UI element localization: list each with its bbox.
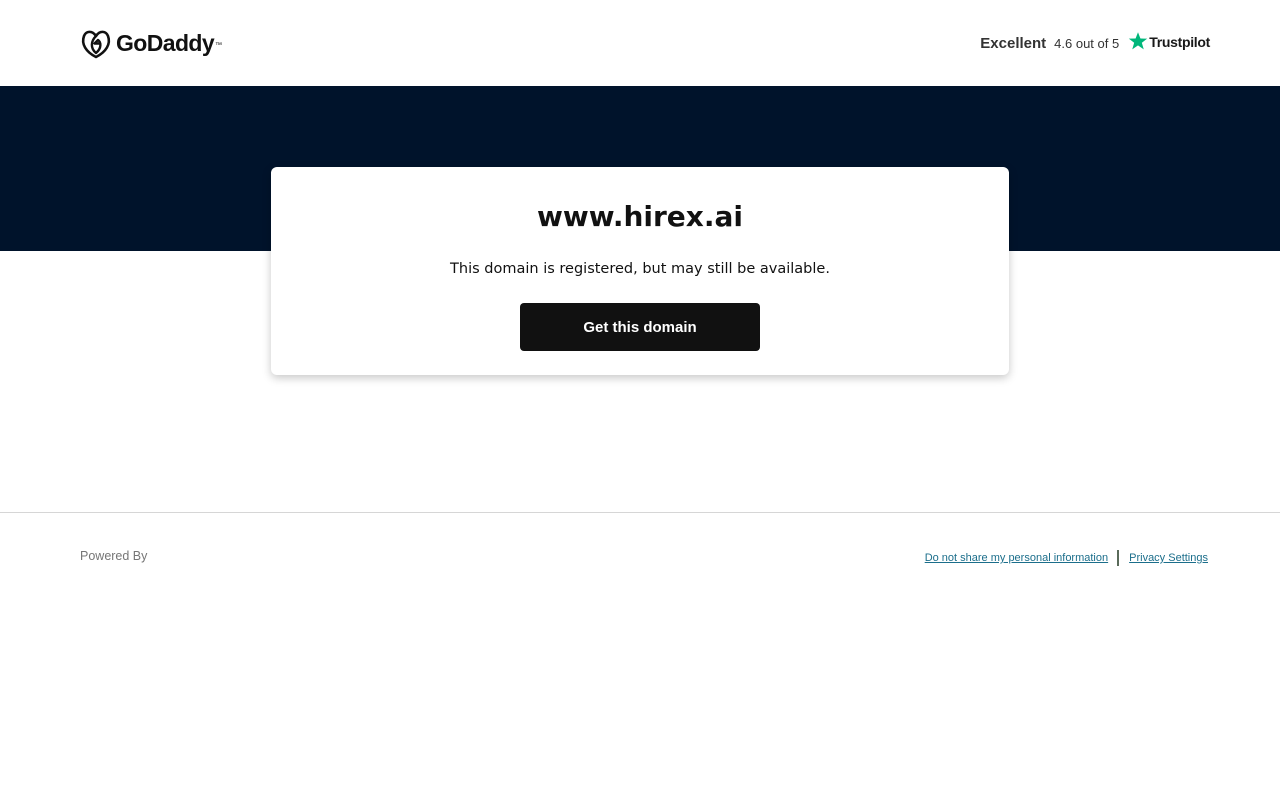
trustpilot-rating-word: Excellent (980, 34, 1047, 52)
do-not-share-link[interactable]: Do not share my personal information (925, 552, 1108, 564)
trustpilot-score: 4.6 out of 5 (1054, 35, 1120, 51)
site-header: GoDaddy ™ Excellent 4.6 out of 5 Trustpi… (0, 0, 1280, 86)
logo-trademark: ™ (215, 42, 223, 49)
godaddy-logo[interactable]: GoDaddy ™ (80, 27, 222, 59)
trustpilot-star-icon (1129, 32, 1148, 50)
footer-divider (0, 512, 1280, 513)
footer-links: Do not share my personal information Pri… (925, 550, 1208, 566)
domain-status-message: This domain is registered, but may still… (450, 261, 830, 277)
godaddy-logo-icon (81, 30, 111, 59)
get-domain-button[interactable]: Get this domain (520, 303, 760, 351)
domain-card: www.hirex.ai This domain is registered, … (271, 167, 1009, 375)
trustpilot-brand: Trustpilot (1149, 34, 1210, 50)
logo-wordmark: GoDaddy (116, 30, 215, 56)
powered-by-text: Powered By (80, 549, 148, 563)
footer-link-separator (1117, 550, 1120, 566)
privacy-settings-link[interactable]: Privacy Settings (1129, 552, 1208, 564)
trustpilot-widget[interactable]: Excellent 4.6 out of 5 Trustpilot (980, 30, 1210, 56)
domain-name: www.hirex.ai (537, 200, 743, 233)
